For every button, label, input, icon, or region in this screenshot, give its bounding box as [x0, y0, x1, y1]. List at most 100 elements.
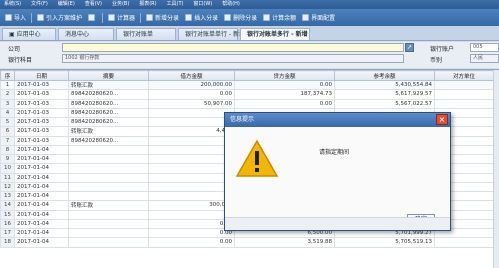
col-header-summary[interactable]: 摘要	[68, 70, 149, 81]
cell-summary[interactable]: 转账汇款	[68, 79, 149, 91]
delete-entry-button[interactable]: 删除分录	[221, 11, 260, 25]
cell-debit[interactable]	[148, 135, 235, 146]
import-button[interactable]: 导入	[2, 11, 29, 25]
cell-debit[interactable]: 300,000	[148, 200, 235, 211]
cell-date[interactable]: 2017-01-03	[14, 98, 69, 109]
filter-button[interactable]	[85, 11, 100, 25]
cell-index[interactable]: 2	[0, 89, 15, 100]
col-header-balance[interactable]: 参考余额	[334, 70, 435, 81]
cell-credit[interactable]: 0.00	[234, 79, 335, 91]
add-entry-button[interactable]: 新增分录	[143, 11, 182, 25]
table-row[interactable]: 18 2017-01-04 0.00 3,519.88 5,705,519.13	[0, 237, 494, 248]
cell-debit[interactable]	[148, 144, 235, 156]
cell-debit[interactable]	[148, 163, 235, 174]
cell-date[interactable]: 2017-01-04	[14, 209, 69, 220]
cell-summary[interactable]	[68, 163, 149, 174]
cell-date[interactable]: 2017-01-04	[14, 144, 69, 156]
cell-balance[interactable]: 5,430,554.84	[334, 79, 435, 91]
cell-debit[interactable]: 4,450	[148, 126, 235, 137]
cell-date[interactable]: 2017-01-04	[14, 218, 69, 230]
menu-item-help[interactable]: 帮助(H)	[218, 0, 244, 9]
vertical-scrollbar[interactable]	[493, 70, 499, 268]
cell-counterparty[interactable]	[434, 98, 494, 109]
cell-summary[interactable]	[68, 153, 149, 165]
cell-debit[interactable]	[148, 153, 235, 165]
cell-date[interactable]: 2017-01-03	[14, 79, 69, 91]
import-scheme-button[interactable]: 引入方案维护	[34, 11, 85, 25]
cell-summary[interactable]: 转账汇款	[68, 200, 149, 211]
cell-date[interactable]: 2017-01-04	[14, 153, 69, 165]
cell-date[interactable]: 2017-01-03	[14, 89, 69, 100]
col-header-index[interactable]: 序	[0, 70, 15, 81]
col-header-debit[interactable]: 借方金额	[148, 70, 235, 81]
cell-index[interactable]: 5	[0, 116, 15, 128]
cell-date[interactable]: 2017-01-04	[14, 227, 69, 239]
cell-summary[interactable]	[68, 172, 149, 183]
cell-debit[interactable]: 0.00	[148, 227, 235, 239]
cell-debit[interactable]	[148, 116, 235, 128]
cell-date[interactable]: 2017-01-03	[14, 107, 69, 119]
cell-summary[interactable]: 898420280620...	[68, 107, 149, 119]
cell-date[interactable]: 2017-01-04	[14, 237, 69, 248]
cell-counterparty[interactable]	[434, 79, 494, 91]
tab-bank-statement[interactable]: 银行对账单	[116, 28, 176, 40]
ui-config-button[interactable]: 界面配置	[299, 11, 338, 25]
cell-credit[interactable]: 0.00	[234, 98, 335, 109]
cell-balance[interactable]: 5,705,519.13	[334, 237, 435, 248]
table-row[interactable]: 3 2017-01-03 898420280620... 50,907.00 0.00 5…	[0, 98, 494, 109]
cell-debit[interactable]	[148, 209, 235, 220]
menu-item-report[interactable]: 报表(R)	[135, 0, 160, 9]
cell-summary[interactable]: 转账汇款	[68, 126, 149, 137]
cell-summary[interactable]	[68, 218, 149, 230]
cell-summary[interactable]	[68, 237, 149, 248]
cell-index[interactable]: 13	[0, 190, 15, 202]
calculator-button[interactable]: 计算器	[105, 11, 138, 25]
menu-item-system[interactable]: 系统(S)	[0, 0, 25, 9]
tab-app-center[interactable]: ▣ 应用中心	[2, 28, 56, 40]
cell-date[interactable]: 2017-01-03	[14, 126, 69, 137]
calc-balance-button[interactable]: 计算余额	[260, 11, 299, 25]
cell-date[interactable]: 2017-01-03	[14, 135, 69, 146]
cell-credit[interactable]: 3,519.88	[234, 237, 335, 248]
bank-account-input[interactable]: 005	[470, 43, 499, 52]
cell-balance[interactable]: 5,567,022.57	[334, 98, 435, 109]
tab-bank-statement-multi[interactable]: 银行对账单多行 - 新增	[240, 28, 310, 40]
table-row[interactable]: 2 2017-01-03 898420280620... 0.00 187,374.73…	[0, 89, 494, 100]
menu-item-business[interactable]: 业务(B)	[108, 0, 133, 9]
cell-summary[interactable]	[68, 227, 149, 239]
cell-date[interactable]: 2017-01-04	[14, 181, 69, 193]
cell-summary[interactable]: 898420280620...	[68, 116, 149, 128]
cell-credit[interactable]: 187,374.73	[234, 89, 335, 100]
cell-index[interactable]: 17	[0, 227, 15, 239]
tab-message-center[interactable]: 消息中心	[58, 28, 114, 40]
cell-summary[interactable]: 898420280620...	[68, 98, 149, 109]
cell-index[interactable]: 4	[0, 107, 15, 119]
cell-debit[interactable]: 0.00	[148, 237, 235, 248]
cell-index[interactable]: 10	[0, 163, 15, 174]
cell-summary[interactable]	[68, 190, 149, 202]
cell-debit[interactable]: 50,907.00	[148, 98, 235, 109]
cell-counterparty[interactable]	[434, 237, 494, 248]
cell-index[interactable]: 16	[0, 218, 15, 230]
cell-summary[interactable]: 898420280620...	[68, 89, 149, 100]
cell-date[interactable]: 2017-01-04	[14, 163, 69, 174]
insert-entry-button[interactable]: 插入分录	[182, 11, 221, 25]
tab-bank-statement-single[interactable]: 银行对账单单行 - 新增	[178, 28, 245, 40]
menu-item-window[interactable]: 窗口(W)	[189, 0, 216, 9]
cell-index[interactable]: 14	[0, 200, 15, 211]
cell-index[interactable]: 7	[0, 135, 15, 146]
cell-date[interactable]: 2017-01-03	[14, 116, 69, 128]
cell-index[interactable]: 9	[0, 153, 15, 165]
menu-item-edit[interactable]: 编辑(E)	[54, 0, 79, 9]
table-row[interactable]: 1 2017-01-03 转账汇款 200,000.00 0.00 5,430,554.8…	[0, 79, 494, 91]
cell-debit[interactable]	[148, 181, 235, 193]
cell-debit[interactable]: 0.00	[148, 218, 235, 230]
cell-index[interactable]: 11	[0, 172, 15, 183]
cell-summary[interactable]	[68, 209, 149, 220]
cell-index[interactable]: 6	[0, 126, 15, 137]
cell-date[interactable]: 2017-01-04	[14, 172, 69, 183]
cell-index[interactable]: 15	[0, 209, 15, 220]
cell-date[interactable]: 2017-01-04	[14, 190, 69, 202]
cell-index[interactable]: 3	[0, 98, 15, 109]
cell-summary[interactable]: 898420280620...	[68, 135, 149, 146]
